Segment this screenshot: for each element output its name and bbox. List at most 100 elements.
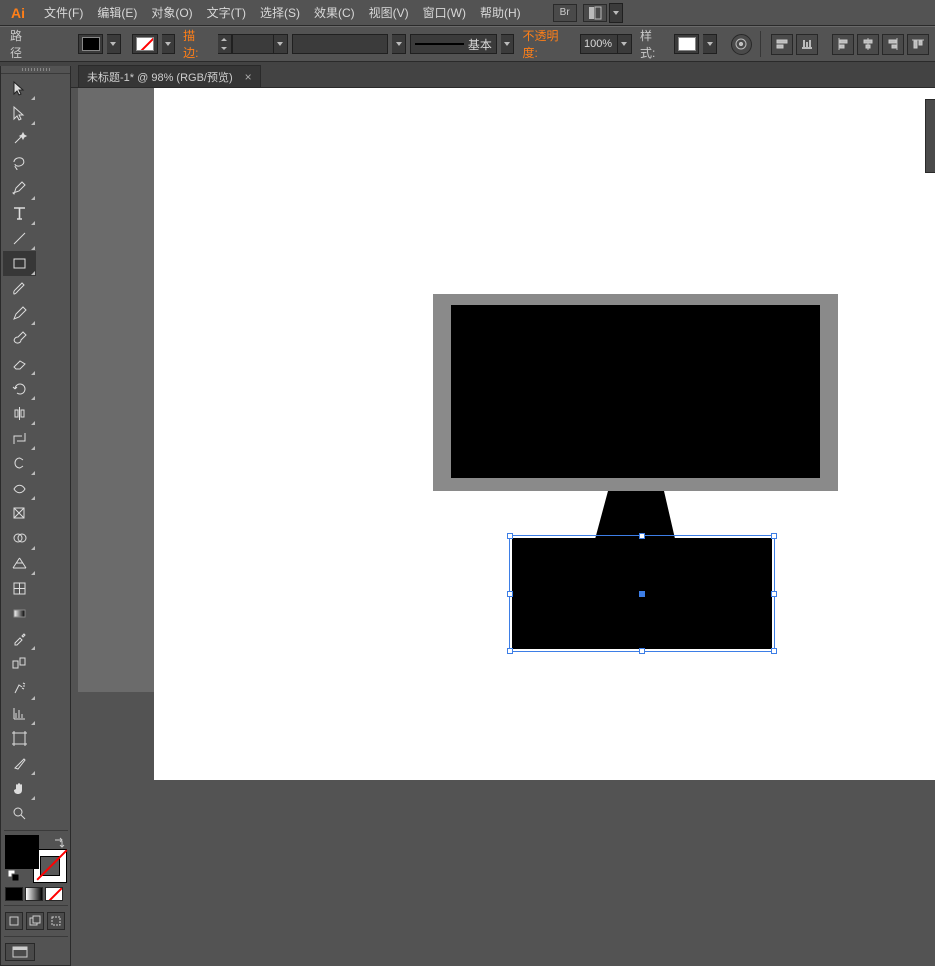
- draw-mode-normal[interactable]: [5, 912, 23, 930]
- menu-type[interactable]: 文字(T): [201, 1, 252, 24]
- width-tool[interactable]: [3, 476, 36, 501]
- app-logo: Ai: [6, 3, 30, 23]
- resize-handle-tm[interactable]: [639, 533, 645, 539]
- style-label: 样式:: [636, 27, 670, 61]
- resize-handle-bm[interactable]: [639, 648, 645, 654]
- var-width-profile-dropdown[interactable]: [392, 34, 406, 54]
- arrange-docs-button[interactable]: [583, 4, 607, 22]
- graph-tool[interactable]: [3, 701, 36, 726]
- selection-tool[interactable]: [3, 76, 36, 101]
- align-top-button[interactable]: [907, 34, 929, 55]
- align-right-button[interactable]: [882, 34, 904, 55]
- opacity-input[interactable]: [580, 34, 618, 54]
- resize-handle-tl[interactable]: [507, 533, 513, 539]
- resize-handle-mr[interactable]: [771, 591, 777, 597]
- var-width-profile[interactable]: [292, 34, 389, 54]
- fill-stroke-control[interactable]: [5, 835, 67, 883]
- workspace: [0, 88, 935, 692]
- eraser-tool[interactable]: [3, 351, 36, 376]
- color-mode-gradient[interactable]: [25, 887, 43, 901]
- stroke-weight-input[interactable]: [232, 34, 274, 54]
- right-panel-tab[interactable]: [925, 99, 935, 173]
- gradient-tool[interactable]: [3, 601, 36, 626]
- align-button-1[interactable]: [771, 34, 793, 55]
- line-tool[interactable]: [3, 226, 36, 251]
- swap-fill-stroke-icon[interactable]: [53, 835, 67, 849]
- free-transform-tool[interactable]: [3, 501, 36, 526]
- brush-def-box[interactable]: 基本: [410, 34, 497, 54]
- artboard-tool[interactable]: [3, 726, 36, 751]
- draw-mode-inside[interactable]: [47, 912, 65, 930]
- menu-file[interactable]: 文件(F): [38, 1, 89, 24]
- selection-type-label: 路径: [6, 27, 37, 61]
- draw-mode-behind[interactable]: [26, 912, 44, 930]
- rectangle-tool[interactable]: [3, 251, 36, 276]
- perspective-tool[interactable]: [3, 551, 36, 576]
- toolbox-grip[interactable]: [1, 66, 70, 74]
- align-cluster: [771, 34, 929, 55]
- brush-def-dropdown[interactable]: [501, 34, 515, 54]
- stroke-swatch-dropdown[interactable]: [162, 34, 176, 54]
- menu-view[interactable]: 视图(V): [363, 1, 415, 24]
- type-tool[interactable]: [3, 201, 36, 226]
- rotate-tool[interactable]: [3, 376, 36, 401]
- default-fill-stroke-icon[interactable]: [7, 869, 21, 883]
- art-monitor-stand[interactable]: [154, 88, 935, 780]
- tab-close-icon[interactable]: ×: [245, 70, 252, 84]
- canvas-area[interactable]: [78, 88, 935, 692]
- color-mode-none[interactable]: [45, 887, 63, 901]
- menu-window[interactable]: 窗口(W): [417, 1, 472, 24]
- fill-box[interactable]: [5, 835, 39, 869]
- fill-swatch-dropdown[interactable]: [107, 34, 121, 54]
- align-left-button[interactable]: [832, 34, 854, 55]
- color-mode-solid[interactable]: [5, 887, 23, 901]
- stroke-weight-dropdown[interactable]: [274, 34, 288, 54]
- resize-handle-tr[interactable]: [771, 533, 777, 539]
- hand-tool[interactable]: [3, 776, 36, 801]
- artboard[interactable]: [154, 88, 935, 780]
- mesh-tool[interactable]: [3, 576, 36, 601]
- direct-select-tool[interactable]: [3, 101, 36, 126]
- selection-bounds[interactable]: [509, 535, 775, 652]
- toolbox: [0, 66, 71, 966]
- resize-handle-bl[interactable]: [507, 648, 513, 654]
- resize-handle-br[interactable]: [771, 648, 777, 654]
- menu-effect[interactable]: 效果(C): [308, 1, 361, 24]
- blob-brush-tool[interactable]: [3, 326, 36, 351]
- scale-tool[interactable]: [3, 426, 36, 451]
- control-bar: 路径 描边: 基本 不透明度: 样式:: [0, 26, 935, 62]
- lasso-tool[interactable]: [3, 151, 36, 176]
- magic-wand-tool[interactable]: [3, 126, 36, 151]
- reflect-tool[interactable]: [3, 401, 36, 426]
- bridge-button[interactable]: Br: [553, 4, 577, 22]
- zoom-tool[interactable]: [3, 801, 36, 826]
- pen-tool[interactable]: [3, 176, 36, 201]
- fill-swatch[interactable]: [78, 34, 103, 54]
- stroke-weight-field[interactable]: [218, 34, 288, 54]
- opacity-field[interactable]: [580, 34, 632, 54]
- style-dropdown[interactable]: [703, 34, 717, 54]
- menu-object[interactable]: 对象(O): [145, 1, 198, 24]
- align-button-2[interactable]: [796, 34, 818, 55]
- resize-handle-ml[interactable]: [507, 591, 513, 597]
- opacity-dropdown[interactable]: [618, 34, 632, 54]
- menu-select[interactable]: 选择(S): [254, 1, 306, 24]
- align-hcenter-button[interactable]: [857, 34, 879, 55]
- style-swatch[interactable]: [674, 34, 699, 54]
- slice-tool[interactable]: [3, 751, 36, 776]
- paintbrush-tool[interactable]: [3, 276, 36, 301]
- menu-help[interactable]: 帮助(H): [474, 1, 527, 24]
- pencil-tool[interactable]: [3, 301, 36, 326]
- eyedropper-tool[interactable]: [3, 626, 36, 651]
- recolor-art-button[interactable]: [731, 34, 752, 55]
- arrange-docs-dropdown[interactable]: [609, 3, 623, 23]
- stroke-swatch[interactable]: [132, 34, 157, 54]
- screen-mode-button[interactable]: [5, 943, 35, 961]
- document-tab[interactable]: 未标题-1* @ 98% (RGB/预览) ×: [78, 65, 261, 87]
- shape-builder-tool[interactable]: [3, 526, 36, 551]
- blend-tool[interactable]: [3, 651, 36, 676]
- symbol-sprayer-tool[interactable]: [3, 676, 36, 701]
- selection-center[interactable]: [639, 591, 645, 597]
- menu-edit[interactable]: 编辑(E): [91, 1, 143, 24]
- shear-tool[interactable]: [3, 451, 36, 476]
